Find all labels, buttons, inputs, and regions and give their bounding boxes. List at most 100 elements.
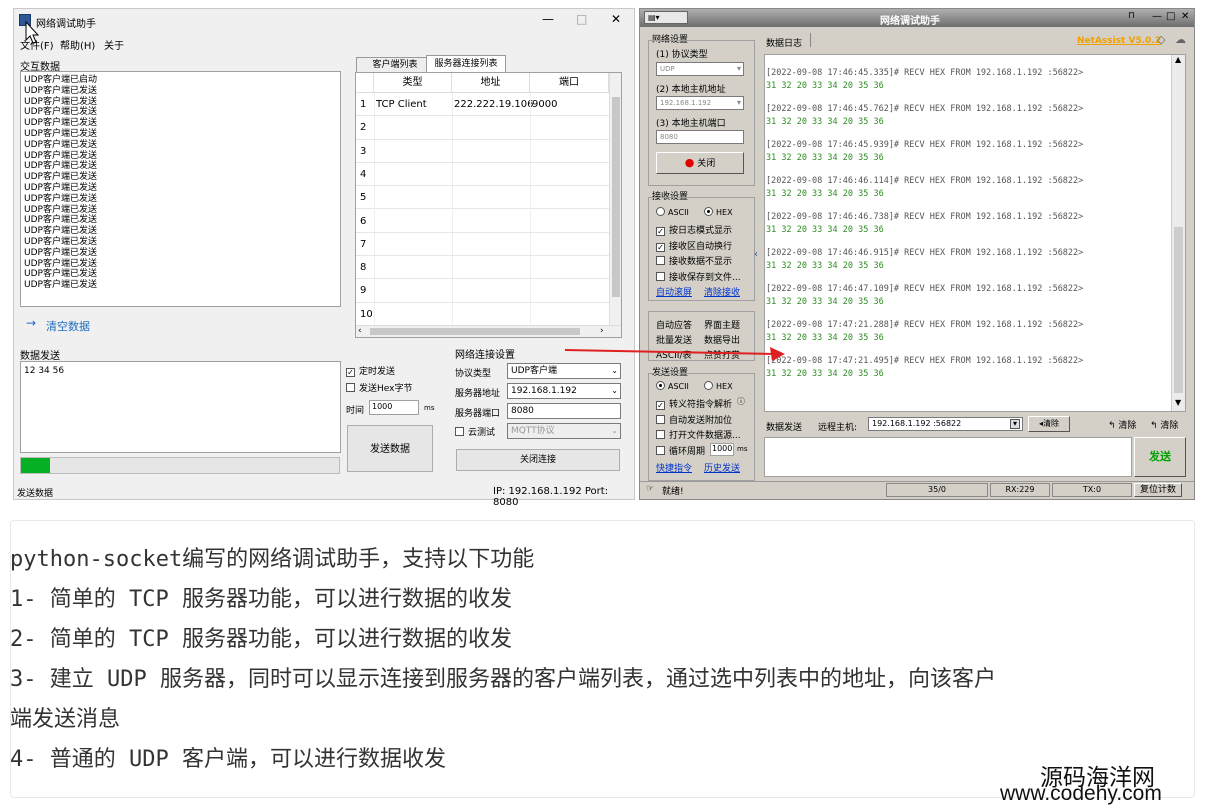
send-ascii-radio[interactable]: ASCII [656,381,689,391]
interaction-log-line: UDP客户端已发送 [24,193,97,204]
remote-host-select[interactable]: 192.168.1.192 :56822 ▾ [868,417,1023,431]
clear-data-button[interactable]: 清空数据 [46,318,90,334]
host-select[interactable]: 192.168.1.192 ▾ [656,96,744,110]
app-menu-icon[interactable]: ▤▾ [644,11,688,24]
cloud-test-checkbox[interactable]: 云测试 [455,425,495,438]
log-entry-header: [2022-09-08 17:46:45.762]# RECV HEX FROM… [766,104,1084,114]
table-row[interactable]: 8 [356,256,609,280]
table-row[interactable]: 3 [356,139,609,163]
interaction-log-line: UDP客户端已发送 [24,182,97,193]
clear-recv-link[interactable]: 清除接收 [704,285,740,298]
close-port-button[interactable]: ● 关闭 [656,152,744,174]
corner-arrow-icon: ↰ [1108,421,1116,431]
hex-send-checkbox[interactable]: 发送Hex字节 [346,381,412,394]
menu-about[interactable]: 关于 [104,37,124,52]
recv-option-checkbox[interactable]: 接收数据不显示 [656,254,732,267]
send-data-button[interactable]: 发送数据 [347,425,433,472]
close-button[interactable]: ✕ [611,12,621,26]
table-row[interactable]: 4 [356,162,609,187]
time-label: 时间 [346,406,365,416]
log-scrollbar[interactable]: ▲ ▼ [1171,55,1185,411]
col-type[interactable]: 类型 [374,73,452,93]
interaction-log[interactable]: UDP客户端已启动 UDP客户端已发送 UDP客户端已发送 UDP客户端已发送 UDP客… [20,71,341,307]
chevron-down-icon: ⌄ [611,426,618,435]
log-entry-data: 31 32 20 33 34 20 35 36 [766,333,884,343]
send-option-checkbox[interactable]: ✓ 转义符指令解析 [656,397,732,410]
table-row[interactable]: 2 [356,116,609,140]
interaction-log-line: UDP客户端已发送 [24,172,97,183]
send-input[interactable] [764,437,1132,477]
tab-server-connections[interactable]: 服务器连接列表 [426,55,506,72]
send-data-label: 数据发送 [20,351,60,362]
send-button[interactable]: 发送 [1134,437,1186,477]
shortcut-link[interactable]: 快捷指令 [656,461,692,474]
table-row[interactable]: 1 TCP Client 222.222.19.106 9000 [356,93,609,117]
send-option-checkbox[interactable]: 打开文件数据源... [656,428,741,441]
connection-table[interactable]: 类型 地址 端口 1 TCP Client 222.222.19.106 9000 2 3… [355,72,622,338]
interaction-log-line: UDP客户端已发送 [24,269,97,280]
table-row[interactable]: 9 [356,279,609,303]
collapse-arrow-icon[interactable]: ‹ [754,249,758,260]
log-entry-data: 31 32 20 33 34 20 35 36 [766,369,884,379]
recv-option-checkbox[interactable]: ✓ 按日志模式显示 [656,223,732,236]
timed-send-checkbox[interactable]: ✓ 定时发送 [346,364,395,377]
brand-link[interactable]: NetAssist V5.0.2 [1077,36,1161,46]
menu-help[interactable]: 帮助(H) [60,37,95,52]
maximize-button[interactable]: □ [576,12,587,26]
table-row[interactable]: 5 [356,186,609,210]
auto-scroll-link[interactable]: 自动滚屏 [656,285,692,298]
protocol-select[interactable]: UDP ▾ [656,62,744,76]
minimize-button[interactable]: — [542,12,554,26]
send-textarea[interactable]: 12 34 56 [20,361,341,453]
port-input[interactable]: 8080 [656,130,744,144]
cycle-input[interactable]: 1000 [710,443,734,456]
recv-log[interactable]: [2022-09-08 17:46:45.335]# RECV HEX FROM… [764,54,1186,412]
close-button[interactable]: ✕ [1181,11,1189,22]
log-tab[interactable]: 数据日志 [766,36,802,49]
send-option-checkbox[interactable]: 自动发送附加位 [656,413,732,426]
send-option-checkbox[interactable]: 循环周期 [656,444,705,457]
log-entry-header: [2022-09-08 17:46:45.335]# RECV HEX FROM… [766,68,1084,78]
mqtt-select[interactable]: MQTT协议 ⌄ [507,423,621,439]
table-row[interactable]: 6 [356,209,609,233]
clear-recv-button[interactable]: ↰ 清除 [1108,418,1136,431]
close-connection-button[interactable]: 关闭连接 [456,449,620,471]
log-entry-header: [2022-09-08 17:46:45.939]# RECV HEX FROM… [766,140,1084,150]
table-row[interactable]: 7 [356,232,609,257]
interaction-log-line: UDP客户端已发送 [24,150,97,161]
col-address[interactable]: 地址 [452,73,530,93]
interaction-log-line: UDP客户端已发送 [24,107,97,118]
recv-ascii-radio[interactable]: ASCII [656,207,689,217]
theme-link[interactable]: 界面主题 [704,318,740,331]
pin-icon[interactable]: ⊓ [1128,11,1135,21]
send-progress-bar [20,457,340,474]
time-input[interactable]: 1000 [369,400,419,415]
cloud-icon[interactable]: ☁ [1175,33,1186,46]
send-hex-radio[interactable]: HEX [704,381,733,391]
history-link[interactable]: 历史发送 [704,461,740,474]
description-line: python-socket编写的网络调试助手，支持以下功能 [10,547,535,572]
info-icon[interactable]: ⓘ [737,396,745,407]
server-addr-select[interactable]: 192.168.1.192 ⌄ [507,383,621,399]
recv-option-checkbox[interactable]: 接收保存到文件... [656,270,741,283]
table-cell-n: 5 [360,192,367,204]
recv-option-checkbox[interactable]: ✓ 接收区自动换行 [656,239,732,252]
table-vscrollbar[interactable] [609,73,621,325]
col-port[interactable]: 端口 [530,73,609,93]
auto-reply-link[interactable]: 自动应答 [656,318,692,331]
status-ip-port: IP: 192.168.1.192 Port: 8080 [493,486,609,508]
recv-hex-radio[interactable]: HEX [704,207,733,217]
tab-client-list[interactable]: 客户端列表 [356,57,434,72]
maximize-button[interactable]: □ [1166,11,1175,22]
table-row[interactable]: 10 [356,302,609,326]
red-light-icon: ● [684,156,695,169]
minimize-button[interactable]: — [1152,11,1162,22]
table-cell-addr: 222.222.19.106 [454,99,534,110]
server-port-input[interactable]: 8080 [507,403,621,419]
diamond-icon[interactable]: ◇ [1157,33,1165,46]
clear-remote-button[interactable]: ◂清除 [1028,416,1070,432]
table-cell-n: 8 [360,262,367,274]
reset-count-button[interactable]: 复位计数 [1134,483,1182,497]
clear-send-button[interactable]: ↰ 清除 [1150,418,1178,431]
log-entry: [2022-09-08 17:46:46.114]# RECV HEX FROM… [766,175,1183,201]
